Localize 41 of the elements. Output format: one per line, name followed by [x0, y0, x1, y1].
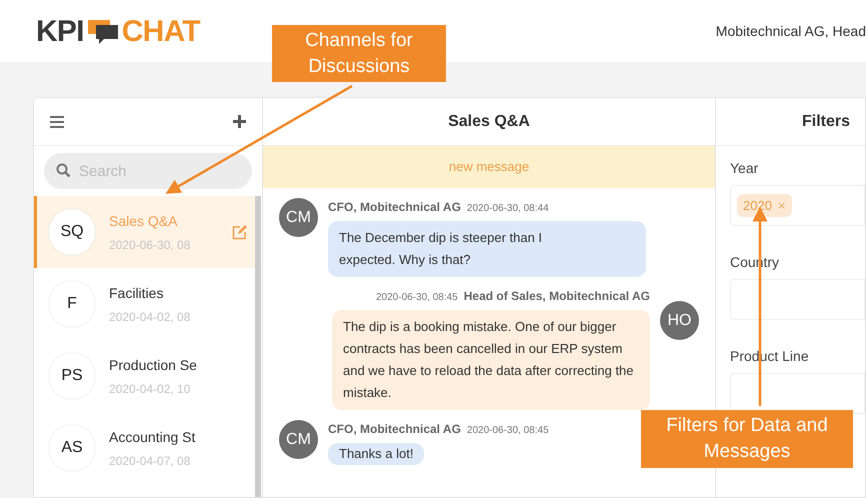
channel-avatar: AS: [49, 425, 95, 471]
filter-field[interactable]: [730, 279, 865, 320]
menu-icon[interactable]: [50, 116, 64, 128]
message-time: 2020-06-30, 08:44: [466, 202, 549, 216]
callout-label: Channels for Discussions: [272, 25, 446, 82]
message-bubble: The dip is a booking mistake. One of our bigger contracts has been cancelled in our ERP system and we have to reload the data after correcting the mistake.: [332, 310, 650, 410]
add-icon[interactable]: [233, 115, 246, 128]
chat-title: Sales Q&A: [448, 112, 530, 132]
scrollbar[interactable]: [255, 196, 261, 497]
filter-label: Year: [730, 159, 760, 178]
user-avatar: HO: [660, 301, 699, 340]
channel-item[interactable]: SQ Sales Q&A 2020-06-30, 08: [34, 196, 255, 268]
logo-text: KPI: [36, 14, 84, 50]
channel-name: Accounting St: [109, 428, 196, 447]
user-avatar: CM: [279, 420, 318, 459]
message-author: CFO, Mobitechnical AG: [328, 199, 461, 216]
logo-text: CHAT: [122, 14, 200, 50]
filters-title: Filters: [802, 112, 850, 132]
channel-name: Facilities: [109, 284, 164, 302]
channel-avatar: SQ: [49, 209, 95, 255]
edit-icon[interactable]: [232, 224, 247, 240]
message-author: CFO, Mobitechnical AG: [328, 421, 461, 438]
user-avatar: CM: [279, 198, 318, 237]
channel-name: Sales Q&A: [109, 212, 178, 231]
channel-avatar: PS: [49, 353, 95, 399]
search-icon: [56, 163, 71, 178]
channel-avatar: F: [49, 281, 95, 327]
channel-date: 2020-06-30, 08: [109, 236, 192, 254]
message-time: 2020-06-30, 08:45: [376, 291, 458, 305]
channel-date: 2020-04-07, 08: [109, 452, 192, 470]
chip-label: 2020: [743, 196, 772, 215]
message-time: 2020-06-30, 08:45: [466, 424, 549, 438]
message-bubble: Thanks a lot!: [328, 443, 424, 465]
new-message-banner: new message: [263, 146, 715, 188]
message-bubble: The December dip is steeper than I expected. Why is that?: [328, 221, 646, 277]
callout-label: Filters for Data and Messages: [641, 410, 853, 468]
channel-name: Production Se: [109, 356, 198, 374]
user-name: Mobitechnical AG, Head: [716, 22, 866, 40]
channel-date: 2020-04-02, 10: [109, 380, 192, 398]
channel-date: 2020-04-02, 08: [109, 308, 192, 326]
message-author: Head of Sales, Mobitechnical AG: [464, 288, 650, 305]
